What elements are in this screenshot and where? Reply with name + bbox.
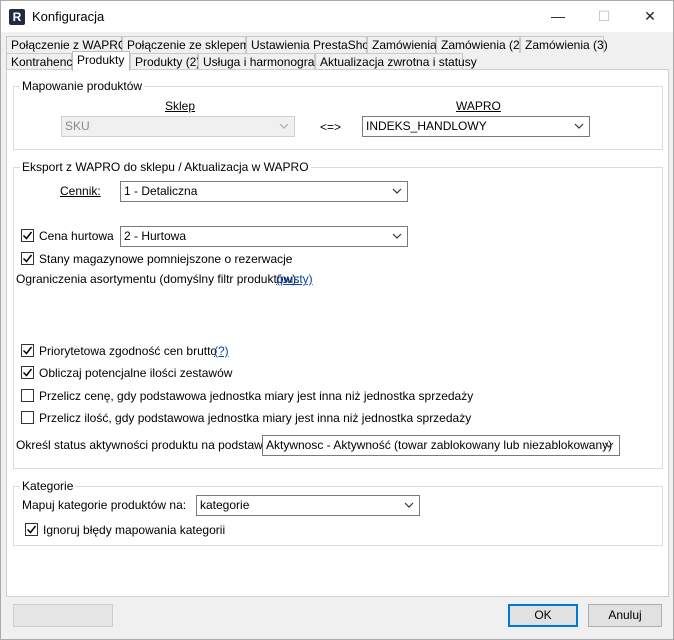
cena-hurtowa-checkbox[interactable] bbox=[21, 229, 34, 242]
cena-hurtowa-select[interactable]: 2 - Hurtowa bbox=[120, 226, 408, 247]
wapro-field-select[interactable]: INDEKS_HANDLOWY bbox=[362, 116, 590, 137]
check-icon bbox=[22, 231, 33, 240]
status-value: Aktywnosc - Aktywność (towar zablokowany… bbox=[266, 438, 613, 452]
stany-label: Stany magazynowe pomniejszone o rezerwac… bbox=[39, 252, 293, 266]
cennik-value: 1 - Detaliczna bbox=[124, 184, 198, 198]
status-label: Określ status aktywności produktu na pod… bbox=[16, 438, 276, 452]
obliczaj-checkbox[interactable] bbox=[21, 366, 34, 379]
minimize-button[interactable]: — bbox=[535, 1, 581, 32]
check-icon bbox=[22, 254, 33, 263]
cancel-button[interactable]: Anuluj bbox=[588, 604, 662, 627]
mapping-group: Mapowanie produktów Sklep WAPRO SKU <=> … bbox=[13, 79, 663, 150]
close-button[interactable]: ✕ bbox=[627, 1, 673, 32]
mapuj-select[interactable]: kategorie bbox=[196, 495, 420, 516]
ignoruj-checkbox[interactable] bbox=[25, 523, 38, 536]
categories-legend: Kategorie bbox=[20, 479, 76, 493]
chevron-down-icon bbox=[392, 233, 402, 239]
shop-field-value: SKU bbox=[65, 119, 90, 133]
disabled-left-button[interactable] bbox=[13, 604, 113, 627]
check-icon bbox=[26, 525, 37, 534]
tab-kontrahenci[interactable]: Kontrahenci bbox=[6, 53, 75, 70]
tab-aktualizacja-zwrotna[interactable]: Aktualizacja zwrotna i statusy bbox=[315, 53, 477, 70]
check-icon bbox=[22, 346, 33, 355]
tab-zamowienia-2[interactable]: Zamówienia (2) bbox=[436, 36, 524, 53]
check-icon bbox=[22, 368, 33, 377]
przelicz-ilosc-checkbox[interactable] bbox=[21, 411, 34, 424]
cena-hurtowa-value: 2 - Hurtowa bbox=[124, 229, 187, 243]
tab-produkty-2[interactable]: Produkty (2) bbox=[130, 53, 200, 70]
priorytetowa-label: Priorytetowa zgodność cen brutto bbox=[39, 344, 218, 358]
chevron-down-icon bbox=[392, 188, 402, 194]
tab-polaczenie-sklep[interactable]: Połączenie ze sklepem bbox=[122, 36, 250, 53]
tab-produkty[interactable]: Produkty bbox=[72, 51, 130, 71]
export-group: Eksport z WAPRO do sklepu / Aktualizacja… bbox=[13, 160, 663, 469]
tab-zamowienia[interactable]: Zamówienia bbox=[367, 36, 437, 53]
priorytetowa-checkbox[interactable] bbox=[21, 344, 34, 357]
cennik-select[interactable]: 1 - Detaliczna bbox=[120, 181, 408, 202]
tab-ustawienia-prestashop[interactable]: Ustawienia PrestaShop bbox=[246, 36, 376, 53]
categories-group: Kategorie Mapuj kategorie produktów na: … bbox=[13, 479, 663, 546]
shop-field-select[interactable]: SKU bbox=[61, 116, 295, 137]
status-select[interactable]: Aktywnosc - Aktywność (towar zablokowany… bbox=[262, 435, 620, 456]
export-legend: Eksport z WAPRO do sklepu / Aktualizacja… bbox=[20, 160, 311, 174]
przelicz-ilosc-label: Przelicz ilość, gdy podstawowa jednostka… bbox=[39, 411, 472, 425]
shop-column-label: Sklep bbox=[165, 99, 196, 113]
products-tab-panel: Mapowanie produktów Sklep WAPRO SKU <=> … bbox=[6, 69, 669, 597]
cena-hurtowa-label: Cena hurtowa bbox=[39, 229, 114, 243]
ok-button[interactable]: OK bbox=[508, 604, 578, 627]
wapro-field-value: INDEKS_HANDLOWY bbox=[366, 119, 487, 133]
chevron-down-icon bbox=[574, 123, 584, 129]
mapping-arrow-label: <=> bbox=[320, 120, 342, 134]
config-window: R Konfiguracja — ☐ ✕ Połączenie z WAPRO … bbox=[0, 0, 674, 640]
maximize-button[interactable]: ☐ bbox=[581, 1, 627, 32]
mapuj-label: Mapuj kategorie produktów na: bbox=[22, 498, 187, 512]
app-icon: R bbox=[9, 9, 25, 25]
tab-usluga-harmonogram[interactable]: Usługa i harmonogram bbox=[198, 53, 324, 70]
mapping-legend: Mapowanie produktów bbox=[20, 79, 145, 93]
przelicz-cene-checkbox[interactable] bbox=[21, 389, 34, 402]
wapro-column-label: WAPRO bbox=[456, 99, 501, 113]
cennik-label: Cennik: bbox=[60, 184, 101, 198]
chevron-down-icon bbox=[279, 123, 289, 129]
ignoruj-label: Ignoruj błędy mapowania kategorii bbox=[43, 523, 226, 537]
priorytetowa-help-link[interactable]: (?) bbox=[214, 344, 229, 358]
ograniczenia-link[interactable]: (pusty) bbox=[276, 272, 313, 286]
title-bar[interactable]: R Konfiguracja — ☐ ✕ bbox=[1, 1, 673, 32]
mapuj-value: kategorie bbox=[200, 498, 250, 512]
obliczaj-label: Obliczaj potencjalne ilości zestawów bbox=[39, 366, 233, 380]
window-title: Konfiguracja bbox=[32, 9, 105, 24]
chevron-down-icon bbox=[604, 442, 614, 448]
przelicz-cene-label: Przelicz cenę, gdy podstawowa jednostka … bbox=[39, 389, 474, 403]
tab-zamowienia-3[interactable]: Zamówienia (3) bbox=[520, 36, 608, 53]
stany-checkbox[interactable] bbox=[21, 252, 34, 265]
ograniczenia-label: Ograniczenia asortymentu (domyślny filtr… bbox=[16, 272, 300, 286]
chevron-down-icon bbox=[404, 502, 414, 508]
